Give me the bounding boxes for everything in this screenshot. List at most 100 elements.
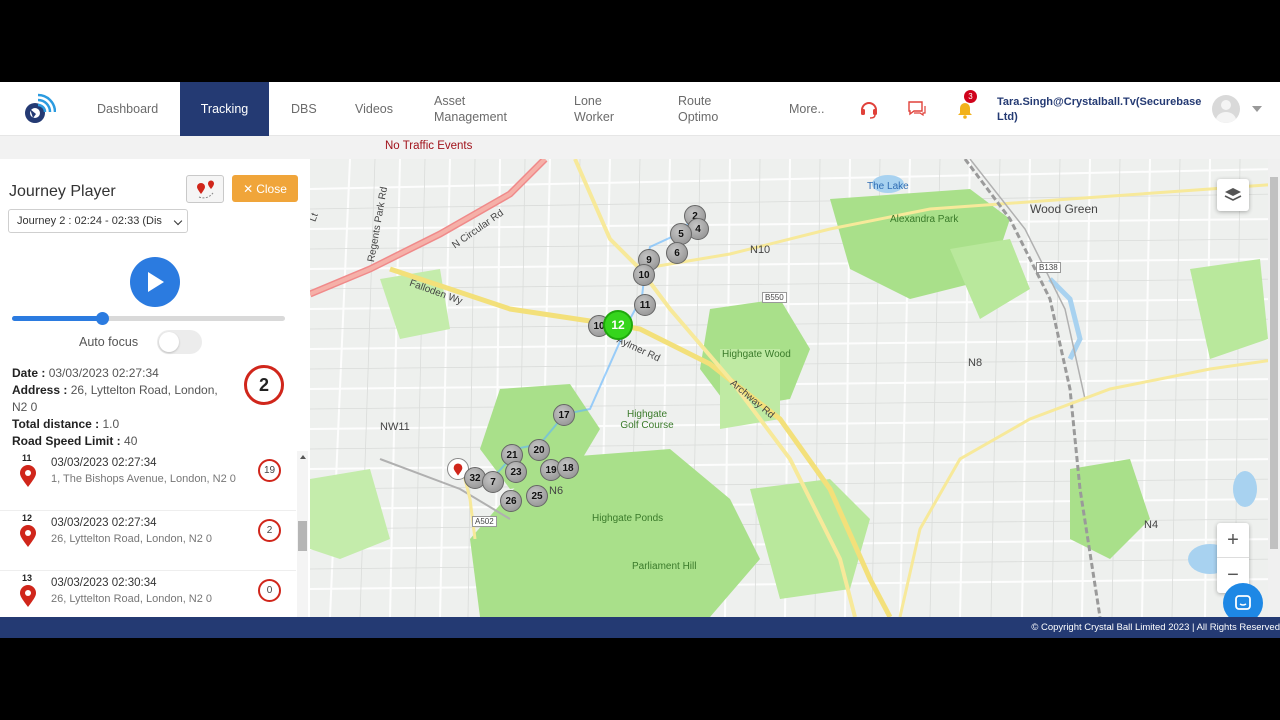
- copyright-text: © Copyright Crystal Ball Limited 2023 | …: [1031, 622, 1280, 633]
- play-icon: [148, 272, 164, 292]
- map-pin-icon: [20, 465, 36, 487]
- traffic-status: No Traffic Events: [385, 140, 473, 152]
- nav-lone-worker[interactable]: Lone Worker: [574, 82, 624, 136]
- event-index: 11: [22, 453, 32, 463]
- playback-handle[interactable]: [96, 312, 110, 325]
- journey-select[interactable]: Journey 2 : 02:24 - 02:33 (Dis: [8, 209, 188, 233]
- close-label: Close: [256, 181, 287, 196]
- list-scroll-thumb[interactable]: [298, 521, 307, 551]
- map-label: Wood Green: [1030, 202, 1098, 216]
- map-marker[interactable]: 18: [557, 457, 579, 479]
- user-name[interactable]: Tara.Singh@Crystalball.Tv(Securebase Ltd…: [997, 95, 1202, 125]
- map-scroll-thumb[interactable]: [1270, 177, 1278, 549]
- footer: © Copyright Crystal Ball Limited 2023 | …: [0, 617, 1280, 638]
- event-date: 03/03/2023 02:27:34: [51, 517, 157, 529]
- layers-button[interactable]: [1217, 179, 1249, 211]
- list-item[interactable]: 12 03/03/2023 02:27:34 26, Lyttelton Roa…: [0, 511, 296, 571]
- tracking-app: Dashboard Tracking DBS Videos Asset Mana…: [0, 82, 1280, 638]
- map-label: Highgate Ponds: [592, 513, 664, 524]
- nav-dbs[interactable]: DBS: [291, 82, 331, 136]
- nav-asset-management[interactable]: Asset Management: [434, 82, 524, 136]
- map-view[interactable]: The Lake Alexandra Park Wood Green N10 B…: [310, 159, 1280, 617]
- event-index: 13: [22, 573, 33, 583]
- route-pins-icon: [197, 180, 214, 199]
- chat-icon[interactable]: [907, 99, 927, 119]
- map-marker[interactable]: 17: [553, 404, 575, 426]
- playback-slider[interactable]: [12, 312, 285, 325]
- event-count: 0: [258, 579, 281, 602]
- event-count: 2: [258, 519, 281, 542]
- list-item[interactable]: 13 03/03/2023 02:30:34 26, Lyttelton Roa…: [0, 571, 296, 617]
- map-label: Parliament Hill: [632, 561, 697, 572]
- speed-value: 40: [124, 434, 138, 448]
- chevron-down-icon: [173, 216, 183, 226]
- chat-bubble-icon: [1235, 595, 1251, 610]
- map-label: Alexandra Park: [890, 214, 959, 225]
- map-marker[interactable]: 26: [500, 490, 522, 512]
- map-marker[interactable]: 20: [528, 439, 550, 461]
- map-marker[interactable]: 23: [505, 461, 527, 483]
- event-address: 26, Lyttelton Road, London, N2 0: [51, 593, 213, 605]
- map-label: N6: [549, 485, 564, 497]
- map-label: Highgate Golf Course: [620, 409, 674, 431]
- map-marker[interactable]: 25: [526, 485, 548, 507]
- nav-dashboard[interactable]: Dashboard: [97, 82, 167, 136]
- nav-videos[interactable]: Videos: [355, 82, 405, 136]
- event-index: 12: [22, 513, 33, 523]
- close-button[interactable]: ✕ Close: [232, 175, 298, 202]
- list-item[interactable]: 11 03/03/2023 02:27:34 1, The Bishops Av…: [0, 451, 296, 511]
- route-button[interactable]: [186, 175, 224, 203]
- event-address: 26, Lyttelton Road, London, N2 0: [51, 533, 213, 545]
- play-button[interactable]: [130, 257, 180, 307]
- nav-route-optimo[interactable]: Route Optimo: [678, 82, 728, 136]
- crystal-ball-logo[interactable]: [20, 92, 57, 128]
- avatar[interactable]: [1212, 95, 1240, 123]
- distance-label: Total distance :: [12, 417, 100, 431]
- map-marker[interactable]: 6: [666, 242, 688, 264]
- event-date: 03/03/2023 02:27:34: [51, 457, 157, 469]
- journey-details: Date : 03/03/2023 02:27:34 Address : 26,…: [12, 365, 232, 450]
- event-count: 19: [258, 459, 281, 482]
- map-label: B550: [762, 292, 787, 303]
- date-label: Date :: [12, 366, 46, 380]
- map-label: N10: [750, 244, 771, 256]
- autofocus-label: Auto focus: [79, 335, 139, 349]
- current-position-marker[interactable]: 12: [603, 310, 633, 340]
- map-label: B138: [1036, 262, 1061, 273]
- map-marker[interactable]: 11: [634, 294, 656, 316]
- map-marker[interactable]: 10: [633, 264, 655, 286]
- close-icon: ✕: [243, 181, 254, 196]
- map-pin-icon: [453, 463, 463, 475]
- map-label: A502: [472, 516, 497, 527]
- map-label: NW11: [380, 421, 410, 433]
- notification-badge: 3: [964, 90, 977, 103]
- event-count-badge: 2: [244, 365, 284, 405]
- nav-tracking[interactable]: Tracking: [180, 82, 269, 136]
- support-chat-button[interactable]: [1223, 583, 1263, 617]
- map-label: Highgate Wood: [722, 349, 791, 360]
- top-nav: Dashboard Tracking DBS Videos Asset Mana…: [0, 82, 1280, 136]
- map-pin-icon: [20, 585, 36, 607]
- map-label: N4: [1144, 519, 1159, 531]
- panel-title: Journey Player: [9, 183, 116, 200]
- speed-label: Road Speed Limit :: [12, 434, 121, 448]
- address-label: Address :: [12, 383, 68, 397]
- map-background: [310, 159, 1280, 617]
- journey-panel: Journey Player ✕ Close Journey 2 : 02:24…: [0, 159, 310, 617]
- autofocus-toggle[interactable]: [157, 330, 202, 354]
- event-list: 11 03/03/2023 02:27:34 1, The Bishops Av…: [0, 451, 296, 617]
- event-address: 1, The Bishops Avenue, London, N2 0: [51, 473, 236, 485]
- layers-icon: [1224, 188, 1242, 201]
- scroll-up-icon[interactable]: [300, 455, 306, 459]
- playback-progress: [12, 316, 103, 321]
- chevron-down-icon[interactable]: [1252, 106, 1262, 112]
- traffic-bar: No Traffic Events: [0, 136, 1280, 159]
- map-pin-icon: [20, 525, 36, 547]
- headset-icon[interactable]: [859, 99, 879, 119]
- map-marker[interactable]: 7: [482, 471, 504, 493]
- journey-select-value: Journey 2 : 02:24 - 02:33 (Dis: [17, 215, 162, 227]
- date-value: 03/03/2023 02:27:34: [48, 366, 159, 380]
- zoom-in-button[interactable]: +: [1217, 523, 1249, 558]
- distance-value: 1.0: [102, 417, 120, 431]
- nav-more[interactable]: More..: [789, 82, 829, 136]
